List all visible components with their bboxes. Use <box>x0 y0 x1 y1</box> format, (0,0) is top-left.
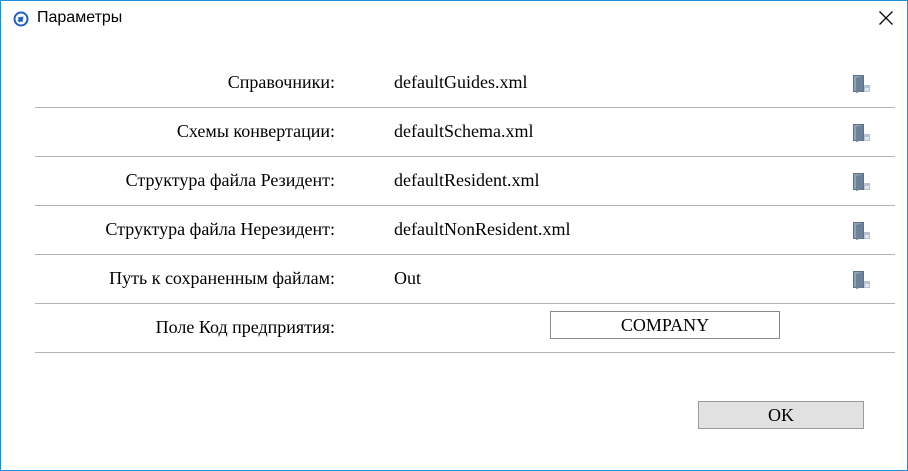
folder-browse-icon[interactable] <box>850 169 874 193</box>
setting-row-company-code: Поле Код предприятия: <box>35 304 895 353</box>
setting-value: defaultGuides.xml <box>394 72 528 92</box>
setting-row-schema: Схемы конвертации: defaultSchema.xml <box>35 108 895 157</box>
window-title: Параметры <box>37 9 123 26</box>
circle-arrow-icon <box>13 11 29 27</box>
folder-browse-icon[interactable] <box>850 218 874 242</box>
setting-label: Схемы конвертации: <box>176 121 335 141</box>
company-code-input[interactable] <box>550 311 780 339</box>
folder-browse-icon[interactable] <box>850 120 874 144</box>
setting-value: Out <box>394 268 421 288</box>
close-icon <box>879 11 893 25</box>
setting-label: Структура файла Нерезидент: <box>105 219 335 239</box>
setting-row-output-path: Путь к сохраненным файлам: Out <box>35 255 895 304</box>
ok-button[interactable]: OK <box>698 401 864 429</box>
settings-list: Справочники: defaultGuides.xml Схемы кон… <box>35 59 895 353</box>
setting-label: Поле Код предприятия: <box>155 317 335 337</box>
setting-label: Справочники: <box>227 72 335 92</box>
settings-dialog: Параметры Справочники: defaultGuides.xml… <box>0 0 908 471</box>
folder-browse-icon[interactable] <box>850 267 874 291</box>
setting-value: defaultNonResident.xml <box>394 219 571 239</box>
close-button[interactable] <box>871 5 901 31</box>
title-bar: Параметры <box>1 1 907 35</box>
setting-value: defaultSchema.xml <box>394 121 534 141</box>
setting-value: defaultResident.xml <box>394 170 540 190</box>
setting-row-guides: Справочники: defaultGuides.xml <box>35 59 895 108</box>
setting-label: Путь к сохраненным файлам: <box>109 268 335 288</box>
setting-row-nonresident: Структура файла Нерезидент: defaultNonRe… <box>35 206 895 255</box>
setting-label: Структура файла Резидент: <box>125 170 335 190</box>
setting-row-resident: Структура файла Резидент: defaultResiden… <box>35 157 895 206</box>
folder-browse-icon[interactable] <box>850 71 874 95</box>
